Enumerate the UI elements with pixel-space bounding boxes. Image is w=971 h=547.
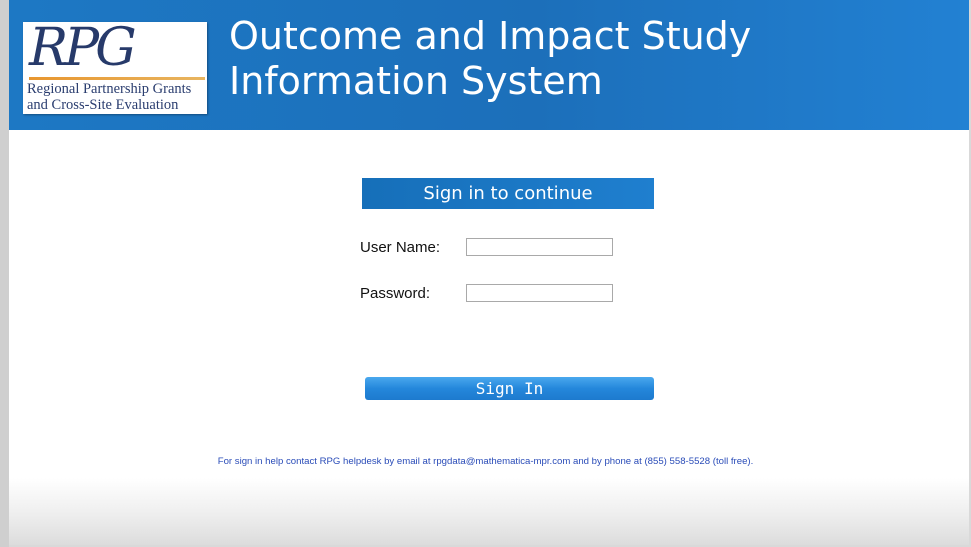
logo-accent-bar [29,77,205,80]
password-label: Password: [360,285,431,302]
header-banner: RPG Regional Partnership Grants and Cros… [9,0,969,130]
help-text: For sign in help contact RPG helpdesk by… [217,456,754,467]
rpg-logo: RPG Regional Partnership Grants and Cros… [23,18,207,114]
rpg-logo-mark: RPG [29,18,137,78]
page-title-line-1: Outcome and Impact Study [229,14,752,58]
username-field[interactable] [466,238,613,256]
username-label: User Name: [360,239,441,256]
sign-in-button[interactable]: Sign In [365,377,654,400]
password-field[interactable] [466,284,613,302]
logo-line-1: Regional Partnership Grants [27,81,192,97]
page-title: Outcome and Impact Study Information Sys… [229,14,751,104]
page-title-line-2: Information System [229,59,603,103]
logo-line-2: and Cross-Site Evaluation [27,97,179,113]
footer-bar [9,478,969,545]
signin-heading: Sign in to continue [362,178,654,209]
